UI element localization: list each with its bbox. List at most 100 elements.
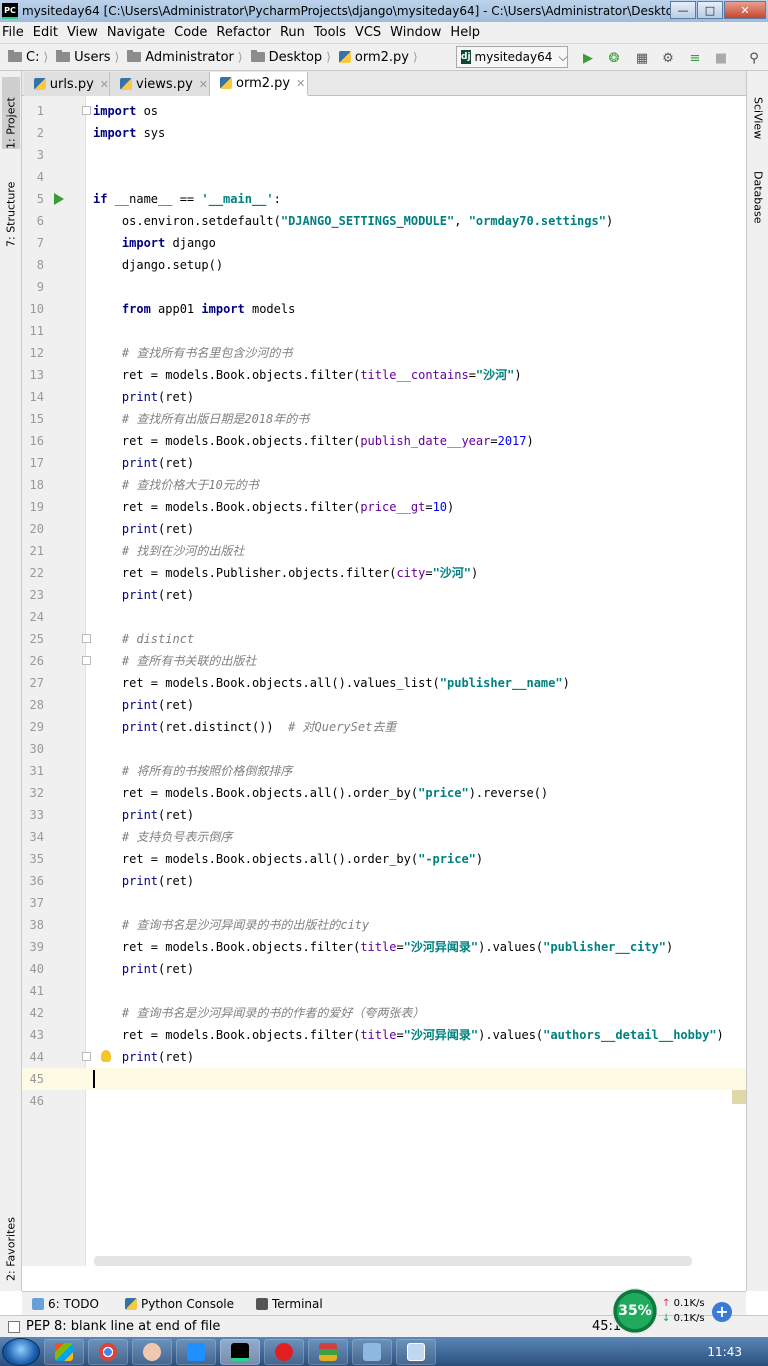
line-number[interactable]: 30 xyxy=(22,738,44,760)
code-line[interactable]: 43 ret = models.Book.objects.filter(titl… xyxy=(22,1024,746,1046)
line-number[interactable]: 42 xyxy=(22,1002,44,1024)
line-number[interactable]: 5 xyxy=(22,188,44,210)
close-tab-icon[interactable]: ✕ xyxy=(296,77,305,90)
code-line[interactable]: 40 print(ret) xyxy=(22,958,746,980)
code-line[interactable]: 2 import sys xyxy=(22,122,746,144)
breadcrumb-drive[interactable]: C: ⟩ xyxy=(0,44,48,70)
code-line[interactable]: 31 # 将所有的书按照价格倒叙排序 xyxy=(22,760,746,782)
line-number[interactable]: 16 xyxy=(22,430,44,452)
taskbar-app-9[interactable] xyxy=(396,1338,436,1365)
code-line[interactable]: 36 print(ret) xyxy=(22,870,746,892)
close-button[interactable]: ✕ xyxy=(724,1,766,19)
code-line[interactable]: 15 # 查找所有出版日期是2018年的书 xyxy=(22,408,746,430)
debug-icon[interactable]: ❂ xyxy=(606,50,622,66)
taskbar-books[interactable] xyxy=(308,1338,348,1365)
accelerate-button[interactable]: + xyxy=(712,1302,732,1322)
line-number[interactable]: 17 xyxy=(22,452,44,474)
menu-refactor[interactable]: Refactor xyxy=(216,25,271,40)
line-number[interactable]: 20 xyxy=(22,518,44,540)
code-line[interactable]: 35 ret = models.Book.objects.all().order… xyxy=(22,848,746,870)
taskbar-app-8[interactable] xyxy=(352,1338,392,1365)
taskbar-app-4[interactable] xyxy=(176,1338,216,1365)
code-line[interactable]: 6 os.environ.setdefault("DJANGO_SETTINGS… xyxy=(22,210,746,232)
code-line[interactable]: 13 ret = models.Book.objects.filter(titl… xyxy=(22,364,746,386)
run-coverage-icon[interactable]: ▦ xyxy=(634,50,650,66)
code-line[interactable]: 22 ret = models.Publisher.objects.filter… xyxy=(22,562,746,584)
line-number[interactable]: 23 xyxy=(22,584,44,606)
code-line[interactable]: 39 ret = models.Book.objects.filter(titl… xyxy=(22,936,746,958)
menu-file[interactable]: File xyxy=(2,25,24,40)
code-line[interactable]: 30 xyxy=(22,738,746,760)
line-number[interactable]: 43 xyxy=(22,1024,44,1046)
breadcrumb-file[interactable]: orm2.py ⟩ xyxy=(331,44,418,70)
profile-icon[interactable]: ⚙ xyxy=(660,50,676,66)
code-line[interactable]: 4 xyxy=(22,166,746,188)
network-monitor-widget[interactable]: 35% ↑ 0.1K/s ↓ 0.1K/s + xyxy=(612,1286,742,1336)
run-icon[interactable]: ▶ xyxy=(580,50,596,66)
menu-edit[interactable]: Edit xyxy=(33,25,58,40)
tab-project[interactable]: 1: Project xyxy=(2,77,20,149)
line-number[interactable]: 19 xyxy=(22,496,44,518)
fold-end-marker-icon[interactable] xyxy=(82,656,91,665)
line-number[interactable]: 10 xyxy=(22,298,44,320)
menu-vcs[interactable]: VCS xyxy=(355,25,381,40)
code-line[interactable]: 7 import django xyxy=(22,232,746,254)
code-line[interactable]: 19 ret = models.Book.objects.filter(pric… xyxy=(22,496,746,518)
fold-marker-icon[interactable] xyxy=(82,106,91,115)
code-line[interactable]: 1 import os xyxy=(22,100,746,122)
line-number[interactable]: 39 xyxy=(22,936,44,958)
code-line[interactable]: 20 print(ret) xyxy=(22,518,746,540)
code-line[interactable]: 12 # 查找所有书名里包含沙河的书 xyxy=(22,342,746,364)
code-line[interactable]: 34 # 支持负号表示倒序 xyxy=(22,826,746,848)
code-line[interactable]: 26 # 查所有书关联的出版社 xyxy=(22,650,746,672)
fold-marker-icon[interactable] xyxy=(82,634,91,643)
line-number[interactable]: 12 xyxy=(22,342,44,364)
code-line[interactable]: 46 xyxy=(22,1090,746,1112)
code-line[interactable]: 38 # 查询书名是沙河异闻录的书的出版社的city xyxy=(22,914,746,936)
line-number[interactable]: 25 xyxy=(22,628,44,650)
code-line[interactable]: 37 xyxy=(22,892,746,914)
tab-sciview[interactable]: SciView xyxy=(749,97,767,157)
menu-view[interactable]: View xyxy=(67,25,98,40)
run-configuration-select[interactable]: dj mysiteday64 ⌵ xyxy=(456,46,568,68)
line-number[interactable]: 45 xyxy=(22,1068,44,1090)
line-number[interactable]: 34 xyxy=(22,826,44,848)
menu-code[interactable]: Code xyxy=(174,25,207,40)
line-number[interactable]: 38 xyxy=(22,914,44,936)
code-line[interactable]: 42 # 查询书名是沙河异闻录的书的作者的爱好（夸两张表） xyxy=(22,1002,746,1024)
code-line[interactable]: 16 ret = models.Book.objects.filter(publ… xyxy=(22,430,746,452)
code-line[interactable]: 11 xyxy=(22,320,746,342)
line-number[interactable]: 4 xyxy=(22,166,44,188)
menu-tools[interactable]: Tools xyxy=(314,25,346,40)
tab-database[interactable]: Database xyxy=(749,171,767,245)
minimize-button[interactable]: — xyxy=(670,1,696,19)
tab-orm2-py[interactable]: orm2.py ✕ xyxy=(210,72,308,96)
taskbar-music[interactable] xyxy=(264,1338,304,1365)
code-line[interactable]: 33 print(ret) xyxy=(22,804,746,826)
code-line[interactable]: 17 print(ret) xyxy=(22,452,746,474)
line-number[interactable]: 14 xyxy=(22,386,44,408)
line-number[interactable]: 1 xyxy=(22,100,44,122)
menu-window[interactable]: Window xyxy=(390,25,441,40)
taskbar-pycharm[interactable] xyxy=(220,1338,260,1365)
menu-navigate[interactable]: Navigate xyxy=(107,25,165,40)
code-line[interactable]: 45 xyxy=(22,1068,746,1090)
tab-urls-py[interactable]: urls.py ✕ xyxy=(24,72,110,96)
close-tab-icon[interactable]: ✕ xyxy=(199,78,208,91)
breadcrumb-users[interactable]: Users ⟩ xyxy=(48,44,119,70)
todo-tool-button[interactable]: 6: TODO xyxy=(32,1297,99,1311)
maximize-button[interactable]: □ xyxy=(697,1,723,19)
line-number[interactable]: 21 xyxy=(22,540,44,562)
line-number[interactable]: 33 xyxy=(22,804,44,826)
line-number[interactable]: 44 xyxy=(22,1046,44,1068)
line-number[interactable]: 35 xyxy=(22,848,44,870)
line-number[interactable]: 13 xyxy=(22,364,44,386)
concurrency-icon[interactable]: ≡ xyxy=(687,50,703,66)
line-number[interactable]: 24 xyxy=(22,606,44,628)
code-line[interactable]: 9 xyxy=(22,276,746,298)
breadcrumb-administrator[interactable]: Administrator ⟩ xyxy=(119,44,243,70)
code-line[interactable]: 18 # 查找价格大于10元的书 xyxy=(22,474,746,496)
terminal-tool-button[interactable]: Terminal xyxy=(256,1297,323,1311)
search-everywhere-icon[interactable]: ⚲ xyxy=(746,50,762,66)
line-number[interactable]: 31 xyxy=(22,760,44,782)
